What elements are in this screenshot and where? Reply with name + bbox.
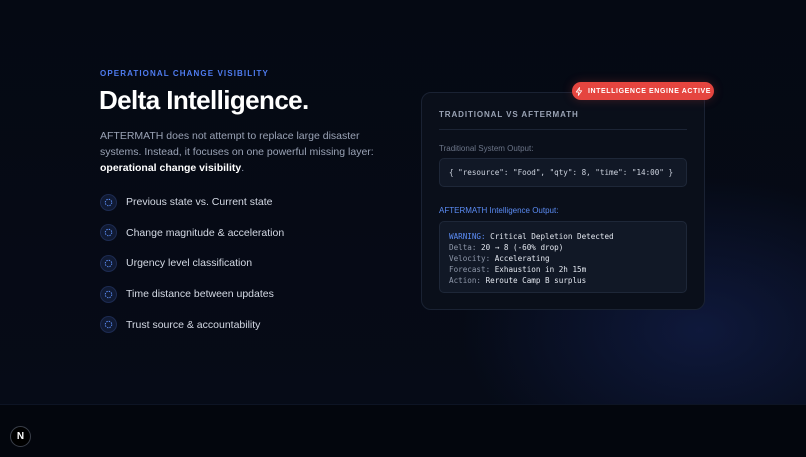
hero-description: AFTERMATH does not attempt to replace la… (100, 128, 400, 176)
code-key: Velocity: (449, 254, 491, 263)
circle-dashed-icon (100, 224, 117, 242)
feature-label: Trust source & accountability (126, 318, 261, 331)
page-title: Delta Intelligence. (99, 85, 309, 115)
code-line-warning: WARNING: Critical Depletion Detected (449, 231, 677, 242)
code-line-delta: Delta: 20 → 8 (-60% drop) (449, 242, 677, 253)
traditional-output-code: { "resource": "Food", "qty": 8, "time": … (439, 158, 687, 187)
feature-label: Time distance between updates (126, 288, 274, 301)
feature-label: Urgency level classification (126, 257, 253, 270)
feature-list: Previous state vs. Current state Change … (100, 193, 284, 346)
code-key: WARNING: (449, 232, 486, 241)
traditional-output-label: Traditional System Output: (439, 144, 534, 153)
feature-item: Previous state vs. Current state (100, 193, 284, 211)
code-value: Accelerating (494, 254, 550, 263)
status-badge-label: INTELLIGENCE ENGINE ACTIVE (587, 87, 712, 95)
feature-label: Previous state vs. Current state (126, 196, 273, 208)
circle-dashed-icon (100, 285, 117, 303)
zap-icon (575, 86, 583, 96)
code-key: Forecast: (449, 265, 491, 274)
feature-item: Urgency level classification (100, 254, 284, 272)
aftermath-output-code: WARNING: Critical Depletion Detected Del… (439, 221, 687, 293)
comparison-panel: TRADITIONAL VS AFTERMATH Traditional Sys… (421, 92, 705, 310)
code-value: Critical Depletion Detected (490, 232, 614, 241)
circle-dashed-icon (100, 254, 117, 272)
code-line-velocity: Velocity: Accelerating (449, 253, 677, 264)
circle-dashed-icon (100, 316, 117, 334)
code-key: Delta: (449, 243, 477, 252)
code-line-action: Action: Reroute Camp B surplus (449, 275, 677, 286)
status-badge: INTELLIGENCE ENGINE ACTIVE (572, 82, 714, 100)
feature-item: Change magnitude & acceleration (100, 224, 284, 242)
section-eyebrow: OPERATIONAL CHANGE VISIBILITY (100, 69, 269, 78)
feature-item: Time distance between updates (100, 285, 284, 303)
circle-dashed-icon (100, 193, 117, 211)
aftermath-output-label: AFTERMATH Intelligence Output: (439, 206, 559, 215)
panel-title: TRADITIONAL VS AFTERMATH (439, 110, 579, 119)
app-logo-button[interactable]: N (10, 426, 31, 447)
description-tail: . (241, 162, 245, 174)
footer-bar (0, 404, 806, 457)
panel-divider (439, 129, 687, 130)
description-lead: AFTERMATH does not attempt to replace la… (100, 130, 374, 158)
code-value: Exhaustion in 2h 15m (494, 265, 587, 274)
code-value: Reroute Camp B surplus (485, 276, 587, 285)
description-emphasis: operational change visibility (100, 162, 242, 174)
feature-label: Change magnitude & acceleration (126, 226, 285, 239)
code-key: Action: (449, 276, 482, 285)
code-value: 20 → 8 (-60% drop) (481, 243, 564, 252)
feature-item: Trust source & accountability (100, 316, 284, 334)
code-line-forecast: Forecast: Exhaustion in 2h 15m (449, 264, 677, 275)
